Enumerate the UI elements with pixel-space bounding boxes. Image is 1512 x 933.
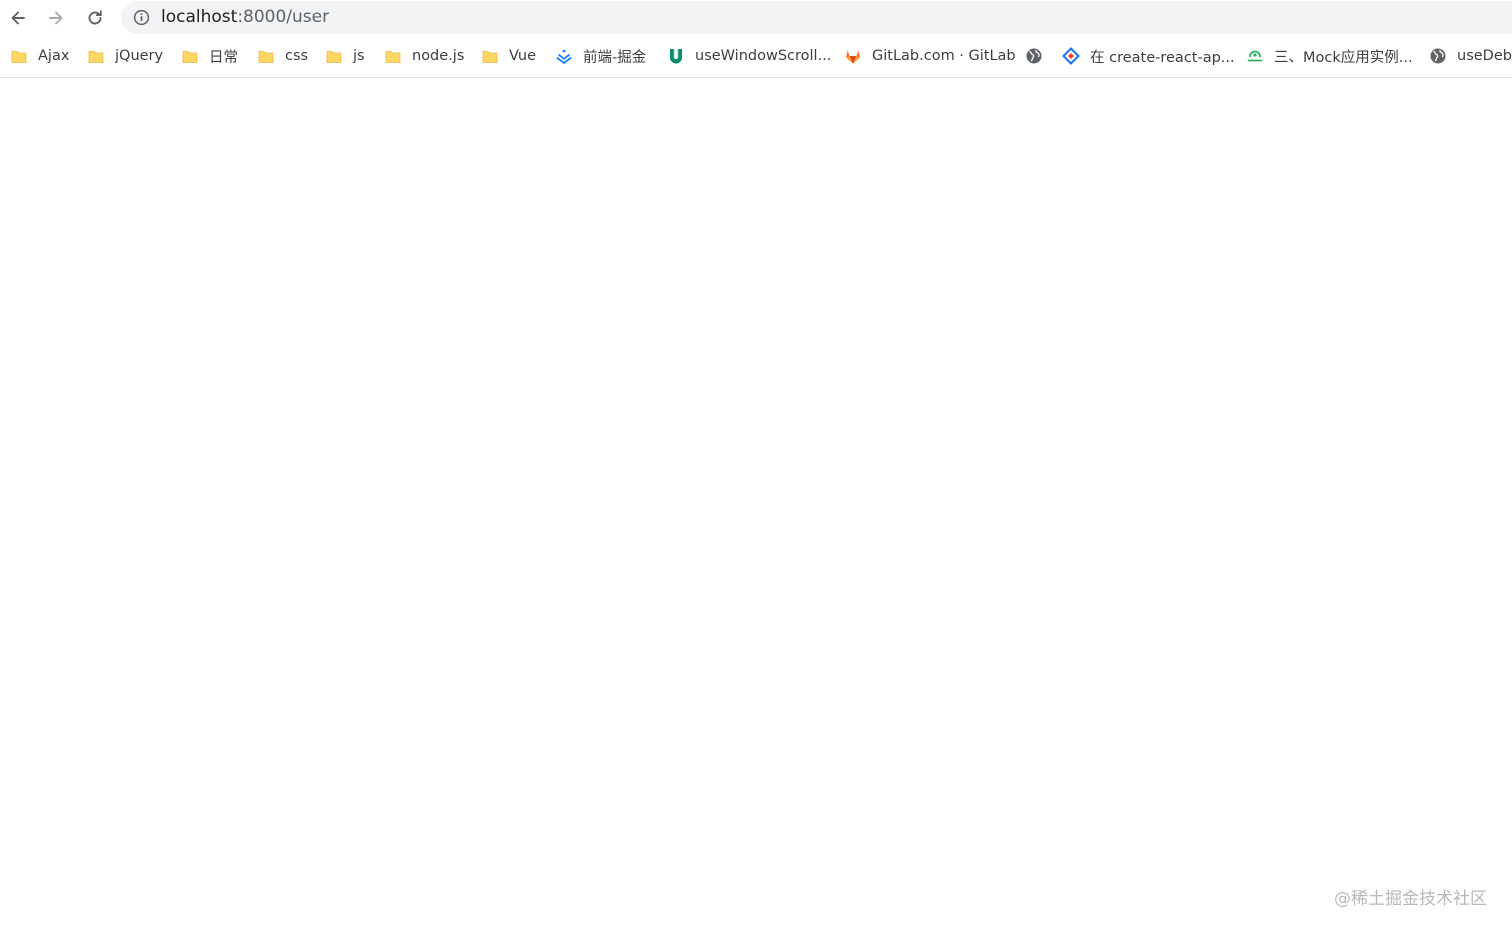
bookmarks-bar: Ajax jQuery 日常 css js node.js Vue 前端-掘金 …	[0, 36, 1512, 78]
bookmark-label: 在 create-react-ap...	[1090, 49, 1235, 66]
bookmark-usewindowscroll[interactable]: useWindowScroll...	[667, 36, 831, 76]
reload-icon	[88, 10, 102, 25]
watermark: @稀土掘金技术社区	[1334, 889, 1487, 909]
folder-icon	[10, 47, 28, 65]
reload-button[interactable]	[81, 4, 109, 32]
url-path: :8000/user	[237, 7, 330, 27]
gitlab-icon	[844, 47, 862, 65]
bookmark-label: js	[353, 48, 365, 64]
bookmark-create-react-app[interactable]: 在 create-react-ap...	[1062, 36, 1235, 76]
folder-icon	[257, 47, 275, 65]
bookmark-label: Vue	[509, 48, 537, 64]
forward-arrow-icon	[49, 11, 63, 25]
globe-icon	[1025, 47, 1043, 65]
back-button[interactable]	[4, 4, 32, 32]
info-icon[interactable]	[133, 9, 150, 26]
globe-icon	[1429, 47, 1447, 65]
bookmark-folder-jquery[interactable]: jQuery	[87, 36, 163, 76]
mock-icon	[1246, 47, 1264, 65]
bookmark-label: 三、Mock应用实例...	[1274, 49, 1413, 66]
bookmark-label: GitLab.com · GitLab	[872, 48, 1016, 64]
bookmark-gitlab[interactable]: GitLab.com · GitLab	[844, 36, 1016, 76]
url-host: localhost	[161, 7, 238, 27]
folder-icon	[325, 47, 343, 65]
bookmark-usedebounce[interactable]: useDebo	[1429, 36, 1512, 76]
umi-hooks-icon	[667, 47, 685, 65]
bookmark-label: useWindowScroll...	[695, 48, 832, 64]
forward-button[interactable]	[42, 4, 70, 32]
bookmark-folder-nodejs[interactable]: node.js	[384, 36, 464, 76]
bookmark-folder-css[interactable]: css	[257, 36, 308, 76]
back-arrow-icon	[11, 11, 25, 25]
folder-icon	[87, 47, 105, 65]
bookmark-folder-js[interactable]: js	[325, 36, 365, 76]
folder-icon	[181, 47, 199, 65]
page-viewport: @稀土掘金技术社区	[0, 78, 1512, 933]
bookmark-label: css	[285, 48, 309, 64]
folder-icon	[384, 47, 402, 65]
bookmark-label: jQuery	[115, 48, 164, 64]
browser-toolbar: localhost:8000/user	[0, 0, 1512, 36]
bookmark-label: node.js	[412, 48, 465, 64]
bookmark-folder-ajax[interactable]: Ajax	[10, 36, 69, 76]
address-url[interactable]: localhost:8000/user	[161, 1, 329, 34]
bookmark-juejin[interactable]: 前端-掘金	[555, 36, 646, 76]
juejin-icon	[555, 47, 573, 65]
bookmark-mock[interactable]: 三、Mock应用实例...	[1246, 36, 1413, 76]
bookmark-label: 前端-掘金	[583, 49, 647, 66]
bookmark-label: 日常	[209, 49, 238, 66]
diamond-icon	[1062, 47, 1080, 65]
bookmark-folder-vue[interactable]: Vue	[481, 36, 536, 76]
bookmark-label: useDebo	[1457, 48, 1512, 64]
bookmark-globe[interactable]	[1025, 36, 1043, 76]
folder-icon	[481, 47, 499, 65]
address-bar[interactable]: localhost:8000/user	[121, 1, 1512, 34]
bookmark-label: Ajax	[38, 48, 70, 64]
bookmark-folder-daily[interactable]: 日常	[181, 36, 238, 76]
